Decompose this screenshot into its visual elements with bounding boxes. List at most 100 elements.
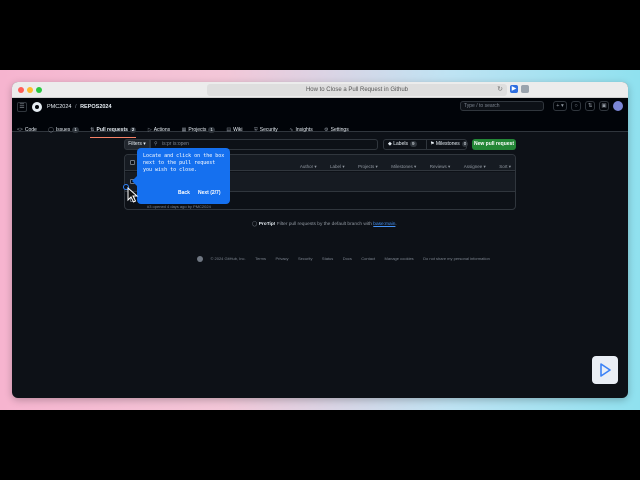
graph-icon: ∿ [289, 127, 294, 133]
org-link[interactable]: PMC2024 [47, 104, 71, 110]
reload-icon[interactable]: ↻ [497, 84, 503, 96]
breadcrumb-separator: / [75, 104, 77, 110]
tab-label: Security [259, 127, 278, 133]
milestones-button[interactable]: ⚑ Milestones 0 [426, 140, 469, 149]
footer-link-terms[interactable]: Terms [255, 256, 266, 261]
footer-link-security[interactable]: Security [298, 256, 312, 261]
tab-wiki[interactable]: ▤ Wiki [226, 124, 242, 136]
tab-label: Issues [55, 127, 71, 133]
play-icon [600, 363, 611, 377]
back-button[interactable]: Back [178, 190, 190, 196]
create-new-icon[interactable]: + ▾ [553, 101, 567, 111]
milestones-label: Milestones [435, 141, 460, 147]
issues-icon[interactable]: ○ [571, 101, 581, 111]
inbox-icon[interactable]: ▣ [599, 101, 609, 111]
pull-request-icon: ⇅ [90, 127, 95, 133]
maximize-window-button[interactable] [36, 87, 42, 93]
labels-button[interactable]: ◆ Labels 9 [388, 140, 417, 149]
column-label: Label [330, 164, 342, 169]
minimize-window-button[interactable] [27, 87, 33, 93]
tab-settings[interactable]: ⚙ Settings [324, 124, 349, 136]
video-frame-background: How to Close a Pull Request in Github ↻ … [0, 70, 640, 410]
menu-icon[interactable]: ☰ [17, 102, 27, 112]
tab-count: 2 [129, 127, 137, 133]
protip-link[interactable]: base:main [373, 222, 395, 227]
tab-label: Wiki [233, 127, 243, 133]
protip-suffix: . [395, 222, 397, 227]
tab-label: Actions [153, 127, 171, 133]
close-window-button[interactable] [18, 87, 24, 93]
tab-insights[interactable]: ∿ Insights [289, 124, 312, 136]
column-label: Reviews [429, 164, 447, 169]
search-placeholder: Type / to search [464, 103, 500, 109]
footer-link-cookies[interactable]: Manage cookies [385, 256, 414, 261]
tab-security[interactable]: ⛨ Security [254, 124, 278, 136]
filters-label: Filters [128, 141, 142, 147]
milestone-icon: ⚑ [430, 141, 435, 147]
gear-icon: ⚙ [324, 127, 329, 133]
tab-projects[interactable]: ▦ Projects 1 [182, 124, 215, 136]
tab-pull-requests[interactable]: ⇅ Pull requests 2 [90, 124, 137, 138]
mouse-cursor-icon [127, 187, 139, 203]
column-label: Sort [499, 164, 508, 169]
protip: ◯ ProTip! Filter pull requests by the de… [252, 222, 397, 227]
shield-icon: ⛨ [253, 127, 258, 133]
tab-label: Pull requests [96, 127, 128, 133]
table-icon: ▦ [181, 127, 187, 133]
labels-milestones-group: ◆ Labels 9 ⚑ Milestones 0 [383, 139, 469, 150]
labels-count: 9 [409, 141, 417, 147]
select-all-checkbox[interactable] [130, 160, 135, 165]
column-label: Author [299, 164, 314, 169]
address-bar[interactable]: How to Close a Pull Request in Github ↻ [207, 84, 507, 96]
sort-columns: Author ▾ Label ▾ Projects ▾ Milestones ▾… [291, 155, 511, 171]
pr-meta: #3 opened 4 days ago by PMC2024 [147, 204, 211, 209]
column-label: Projects [358, 164, 375, 169]
footer-copyright: © 2024 GitHub, Inc. [210, 256, 246, 262]
play-icon: ▷ [147, 127, 152, 133]
filter-value: is:pr is:open [162, 141, 189, 147]
avatar[interactable] [613, 101, 623, 111]
browser-toolbar: How to Close a Pull Request in Github ↻ … [12, 82, 628, 98]
extension-icon-secondary[interactable] [521, 85, 529, 93]
footer-link-status[interactable]: Status [322, 256, 333, 261]
new-pull-request-button[interactable]: New pull request [472, 139, 516, 150]
footer-link-contact[interactable]: Contact [361, 256, 375, 261]
book-icon: ▤ [226, 127, 232, 133]
tab-actions[interactable]: ▷ Actions [148, 124, 170, 136]
issue-icon: ◯ [48, 127, 54, 133]
github-header: ☰ PMC2024 / REPOS2024 Type / to search +… [12, 98, 628, 138]
tab-issues[interactable]: ◯ Issues 1 [48, 124, 79, 136]
page-footer: © 2024 GitHub, Inc. Terms Privacy Securi… [197, 250, 495, 262]
tab-count: 1 [208, 127, 215, 133]
breadcrumb: PMC2024 / REPOS2024 [47, 103, 112, 111]
footer-link-privacy[interactable]: Privacy [275, 256, 288, 261]
tab-label: Code [24, 127, 37, 133]
footer-link-personal-info[interactable]: Do not share my personal information [423, 256, 490, 261]
guide-tooltip: Locate and click on the box next to the … [132, 148, 230, 204]
tab-label: Settings [330, 127, 349, 133]
tab-code[interactable]: <> Code [17, 124, 37, 136]
protip-body: Filter pull requests by the default bran… [275, 222, 374, 227]
github-footer-logo-icon [197, 255, 203, 262]
search-input[interactable]: Type / to search [460, 101, 544, 111]
tag-icon: ◆ [388, 141, 392, 147]
extension-icon[interactable]: ▶ [510, 85, 518, 93]
address-text: How to Close a Pull Request in Github [305, 87, 409, 93]
repo-tabs: <> Code ◯ Issues 1 ⇅ Pull requests 2 ▷ Actions… [17, 118, 356, 138]
protip-prefix: ProTip! [258, 222, 276, 227]
next-button[interactable]: Next (2/7) [198, 190, 221, 196]
tab-count: 1 [72, 127, 79, 133]
tab-label: Insights [295, 127, 313, 133]
github-logo-icon[interactable] [32, 102, 42, 112]
tooltip-text: Locate and click on the box next to the … [143, 153, 225, 173]
lightbulb-icon: ◯ [252, 222, 258, 227]
code-icon: <> [17, 127, 23, 133]
pull-requests-icon[interactable]: ⇅ [585, 101, 595, 111]
browser-window: How to Close a Pull Request in Github ↻ … [12, 82, 628, 398]
play-button[interactable] [592, 356, 618, 384]
repo-link[interactable]: REPOS2024 [80, 104, 112, 110]
milestones-count: 0 [461, 141, 469, 147]
labels-label: Labels [393, 141, 408, 147]
tab-label: Projects [188, 127, 207, 133]
footer-link-docs[interactable]: Docs [343, 256, 352, 261]
